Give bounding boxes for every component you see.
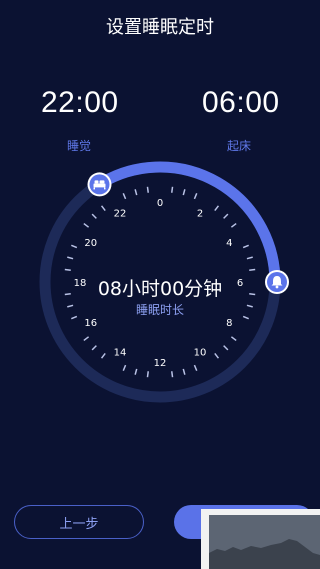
mountain-thumbnail bbox=[209, 515, 320, 569]
dial-tick bbox=[246, 256, 253, 260]
dial-tick bbox=[242, 244, 249, 249]
dial-hour-label: 14 bbox=[114, 347, 127, 358]
dial-tick bbox=[146, 371, 149, 378]
dial-tick bbox=[91, 213, 97, 219]
dial-hour-label: 10 bbox=[194, 347, 207, 358]
dial-hour-label: 22 bbox=[114, 209, 127, 220]
dial-tick bbox=[83, 222, 90, 228]
dial-tick bbox=[91, 345, 97, 351]
dial-hour-label: 8 bbox=[226, 318, 232, 329]
sleep-arc[interactable] bbox=[97, 161, 281, 288]
dial-tick bbox=[171, 371, 174, 378]
dial-tick bbox=[122, 193, 127, 200]
dial-hour-label: 0 bbox=[157, 198, 163, 209]
dial-tick bbox=[134, 189, 138, 196]
dial-tick bbox=[134, 368, 138, 375]
dial-tick bbox=[83, 336, 90, 342]
dial-tick bbox=[249, 268, 256, 271]
dial-tick bbox=[193, 364, 198, 371]
dial-tick bbox=[230, 336, 237, 342]
sleep-handle[interactable] bbox=[87, 172, 112, 197]
dial-tick bbox=[64, 268, 71, 271]
dial-tick bbox=[193, 193, 198, 200]
dial-tick bbox=[214, 205, 220, 212]
dial-tick bbox=[100, 352, 106, 359]
dial-hour-label: 4 bbox=[226, 238, 232, 249]
dial-hour-label: 2 bbox=[197, 209, 203, 220]
dial-tick bbox=[223, 345, 229, 351]
dial-hour-label: 12 bbox=[154, 358, 167, 369]
sleep-duration-label: 睡眠时长 bbox=[135, 303, 184, 317]
dial-tick bbox=[122, 364, 127, 371]
previous-step-button[interactable]: 上一步 bbox=[14, 505, 144, 539]
thumbnail-preview bbox=[201, 509, 320, 569]
dial-tick bbox=[171, 186, 174, 193]
dial-tick bbox=[223, 213, 229, 219]
dial-tick bbox=[100, 205, 106, 212]
dial-hour-label: 16 bbox=[84, 318, 97, 329]
sleep-duration: 08小时00分钟 bbox=[97, 278, 223, 300]
dial-tick bbox=[67, 256, 74, 260]
dial-tick bbox=[182, 368, 186, 375]
dial-tick bbox=[230, 222, 237, 228]
dial-tick bbox=[182, 189, 186, 196]
dial-hour-label: 20 bbox=[84, 238, 97, 249]
dial-tick bbox=[71, 244, 78, 249]
dial-tick bbox=[146, 186, 149, 193]
dial-tick bbox=[214, 352, 220, 359]
